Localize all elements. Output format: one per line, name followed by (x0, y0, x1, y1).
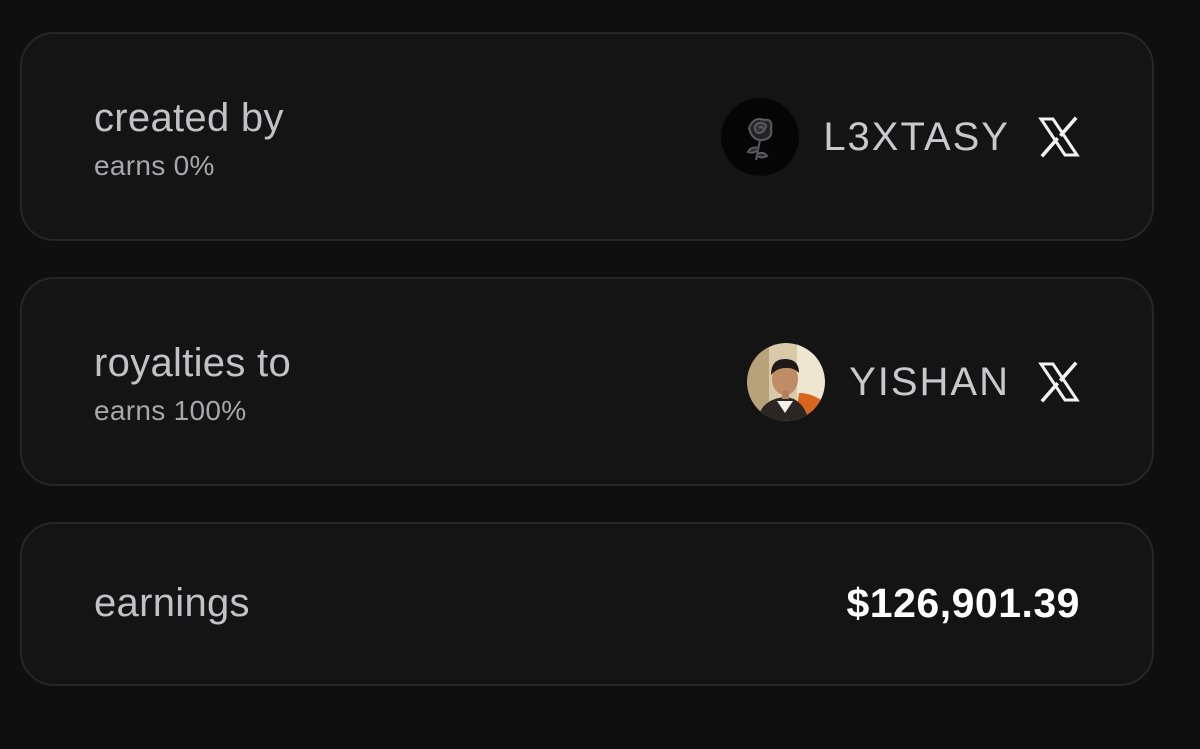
earnings-label-group: earnings (94, 580, 250, 626)
earnings-card: earnings $126,901.39 (20, 522, 1154, 686)
profile-photo-image (747, 343, 826, 421)
royalties-label-group: royalties to earns 100% (94, 340, 291, 428)
profile-photo-avatar[interactable] (747, 343, 826, 421)
created-by-label: created by (94, 96, 284, 140)
x-logo-icon[interactable] (1038, 361, 1080, 403)
x-logo-icon[interactable] (1038, 116, 1080, 158)
royalties-to-label: royalties to (94, 341, 292, 385)
rose-avatar-image (721, 98, 800, 176)
royalties-earns-label: earns 100% (94, 395, 247, 426)
earnings-label: earnings (94, 581, 250, 625)
creator-profile[interactable]: L3XTASY (721, 98, 1080, 176)
creator-card: created by earns 0% L3XTASY (20, 32, 1154, 241)
rose-avatar[interactable] (721, 98, 800, 176)
page: created by earns 0% L3XTASY royalties to… (0, 0, 1200, 749)
earnings-amount: $126,901.39 (846, 580, 1080, 626)
creator-label-group: created by earns 0% (94, 95, 284, 183)
creator-username[interactable]: L3XTASY (823, 115, 1010, 160)
royalties-profile[interactable]: YISHAN (747, 343, 1080, 421)
royalties-card: royalties to earns 100% YISHAN (20, 277, 1154, 486)
royalties-username[interactable]: YISHAN (849, 360, 1010, 405)
creator-earns-label: earns 0% (94, 150, 215, 181)
